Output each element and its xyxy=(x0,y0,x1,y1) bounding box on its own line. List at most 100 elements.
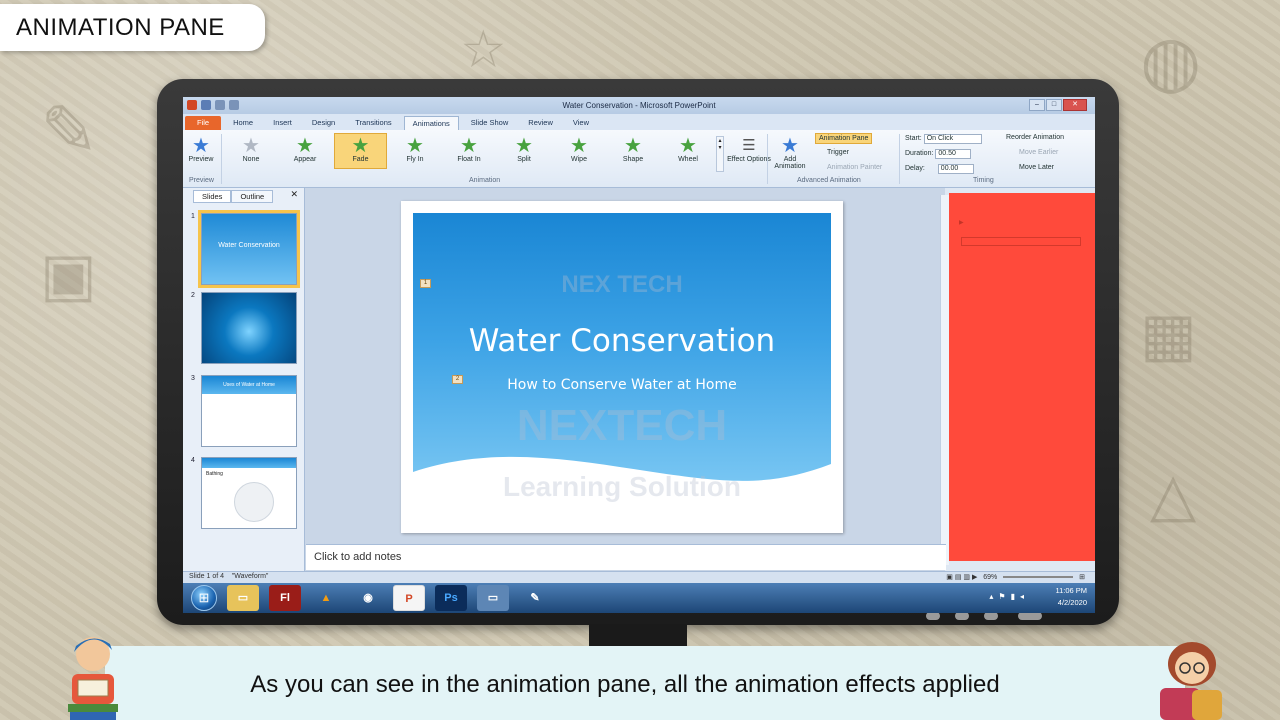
slide-thumbnail-2[interactable] xyxy=(201,292,297,364)
move-later-button[interactable]: Move Later xyxy=(1019,164,1054,171)
photoshop-icon[interactable]: Ps xyxy=(435,585,467,611)
slide-number: 4 xyxy=(191,457,195,464)
chrome-icon[interactable]: ◉ xyxy=(352,585,384,611)
start-select[interactable]: On Click xyxy=(923,134,982,144)
play-button[interactable]: ▶ xyxy=(959,219,964,226)
start-label: Start: xyxy=(905,135,922,142)
tab-view[interactable]: View xyxy=(565,116,597,130)
vlc-icon[interactable]: ▲ xyxy=(310,585,342,611)
effect-float-in[interactable]: ★ Float In xyxy=(447,134,491,163)
quick-access-toolbar xyxy=(187,100,239,110)
thumbnail-title: Bathing xyxy=(206,471,223,477)
tab-design[interactable]: Design xyxy=(304,116,343,130)
ruler-doodle: ✎ xyxy=(40,90,99,172)
effect-label: Appear xyxy=(293,156,317,163)
effect-shape[interactable]: ★ Shape xyxy=(611,134,655,163)
powerpoint-taskbar-icon[interactable]: P xyxy=(393,585,425,611)
watermark-logo: NEX TECH xyxy=(561,271,683,298)
zoom-level[interactable]: 69% xyxy=(983,574,997,581)
effect-label: Wheel xyxy=(678,156,698,163)
slide-number: 1 xyxy=(191,213,195,220)
triangle-doodle: △ xyxy=(1150,460,1197,530)
effect-wipe[interactable]: ★ Wipe xyxy=(557,134,601,163)
effect-split[interactable]: ★ Split xyxy=(502,134,546,163)
effect-options-button[interactable]: ☰ Effect Options xyxy=(727,134,771,163)
tab-outline[interactable]: Outline xyxy=(231,190,274,203)
duration-input[interactable]: 00.50 xyxy=(935,149,972,159)
slide-subtitle[interactable]: How to Conserve Water at Home xyxy=(401,377,843,393)
animation-painter-button[interactable]: Animation Painter xyxy=(827,164,882,171)
slide-thumbnail-1[interactable]: Water Conservation xyxy=(198,210,300,288)
maximize-button[interactable]: □ xyxy=(1046,99,1062,111)
tab-insert[interactable]: Insert xyxy=(265,116,300,130)
delay-input[interactable]: 00.00 xyxy=(937,164,974,174)
explorer-icon[interactable]: ▭ xyxy=(227,585,259,611)
tab-slides[interactable]: Slides xyxy=(193,190,232,203)
add-animation-button[interactable]: ★ Add Animation xyxy=(768,134,812,170)
start-row: Start: On Click xyxy=(905,134,982,144)
panel-tabs: Slides Outline xyxy=(193,190,274,203)
clock[interactable]: 11:06 PM 4/2/2020 xyxy=(1055,585,1087,609)
minimize-button[interactable]: – xyxy=(1029,99,1045,111)
start-button[interactable]: ⊞ xyxy=(191,585,217,611)
effect-appear[interactable]: ★ Appear xyxy=(283,134,327,163)
animation-list-item[interactable] xyxy=(961,237,1081,246)
tab-review[interactable]: Review xyxy=(520,116,561,130)
planet-doodle: ◍ xyxy=(1140,20,1202,102)
effect-fade[interactable]: ★ Fade xyxy=(334,133,387,169)
tab-file[interactable]: File xyxy=(185,116,222,130)
save-icon[interactable] xyxy=(201,100,211,110)
flash-icon[interactable]: Fl xyxy=(269,585,301,611)
timing-group-label: Timing xyxy=(973,177,994,184)
slide-thumbnail-3[interactable]: Uses of Water at Home xyxy=(201,375,297,447)
star-doodle: ☆ xyxy=(460,20,507,80)
tab-transitions[interactable]: Transitions xyxy=(347,116,399,130)
close-icon[interactable]: ✕ xyxy=(290,189,298,200)
window-controls: – □ ✕ xyxy=(1029,99,1087,111)
monitor-stand xyxy=(589,624,687,646)
effect-none[interactable]: ★ None xyxy=(229,134,273,163)
trigger-button[interactable]: Trigger xyxy=(827,149,849,156)
slide-number: 3 xyxy=(191,375,195,382)
paint-icon[interactable]: ✎ xyxy=(519,585,551,611)
animation-pane[interactable]: ▶ xyxy=(949,193,1095,561)
move-earlier-button[interactable]: Move Earlier xyxy=(1019,149,1058,156)
delay-label: Delay: xyxy=(905,165,925,172)
delay-row: Delay: 00.00 xyxy=(905,164,974,174)
bathing-image xyxy=(234,482,274,522)
preview-button[interactable]: ★ Preview xyxy=(185,134,217,163)
duration-label: Duration: xyxy=(905,150,934,157)
effect-label: Split xyxy=(517,156,531,163)
effect-fly-in[interactable]: ★ Fly In xyxy=(393,134,437,163)
current-slide[interactable]: NEX TECH NEXTECH Learning Solution 1 Wat… xyxy=(401,201,843,533)
monitor-button xyxy=(955,612,969,620)
animation-list-item[interactable] xyxy=(961,251,1021,258)
watermark-brand: NEXTECH xyxy=(516,401,728,450)
slide-title[interactable]: Water Conservation xyxy=(401,323,843,359)
animation-pane-button[interactable]: Animation Pane xyxy=(815,133,873,144)
notes-pane[interactable]: Click to add notes xyxy=(306,544,946,570)
undo-icon[interactable] xyxy=(215,100,225,110)
gallery-scroll[interactable]: ▴ ▾ xyxy=(716,136,724,172)
effect-wheel[interactable]: ★ Wheel xyxy=(666,134,710,163)
redo-icon[interactable] xyxy=(229,100,239,110)
preview-star-icon: ★ xyxy=(192,133,210,157)
tab-home[interactable]: Home xyxy=(225,116,261,130)
slide-thumbnail-4[interactable]: Bathing xyxy=(201,457,297,529)
window-icon[interactable]: ▭ xyxy=(477,585,509,611)
lesson-title: ANIMATION PANE xyxy=(0,4,265,51)
editor-scrollbar[interactable] xyxy=(940,195,949,565)
ribbon-tabs: File Home Insert Design Transitions Anim… xyxy=(183,114,1095,130)
animation-tag-1[interactable]: 1 xyxy=(420,279,431,288)
status-bar: Slide 1 of 4 "Waveform" ▣ ▤ ▥ ▶ 69% ⊞ xyxy=(183,571,1095,583)
view-buttons[interactable]: ▣ ▤ ▥ ▶ xyxy=(946,574,977,581)
zoom-slider[interactable] xyxy=(1003,576,1074,579)
window-titlebar: Water Conservation - Microsoft PowerPoin… xyxy=(183,97,1095,114)
tab-animations[interactable]: Animations xyxy=(403,116,459,130)
preview-group-label: Preview xyxy=(189,177,214,184)
tray-icons[interactable]: ▴⚑▮◂ xyxy=(989,592,1029,601)
fit-icon[interactable]: ⊞ xyxy=(1079,574,1085,581)
thumbnail-title: Water Conservation xyxy=(218,242,280,249)
tab-slide-show[interactable]: Slide Show xyxy=(463,116,517,130)
close-button[interactable]: ✕ xyxy=(1063,99,1087,111)
